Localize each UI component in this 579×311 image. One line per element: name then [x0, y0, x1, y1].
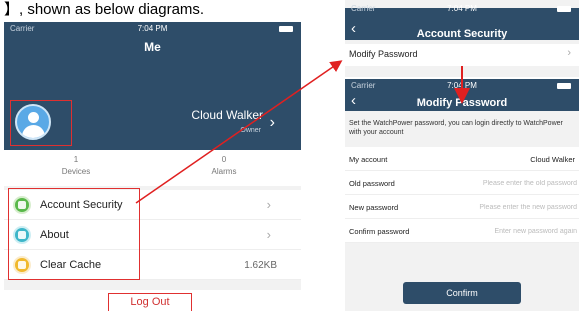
old-password-input[interactable] — [447, 176, 577, 190]
account-value: Cloud Walker — [530, 155, 575, 164]
stat-alarms-value: 0 — [221, 155, 227, 164]
stat-devices-value: 1 — [73, 155, 79, 164]
status-bar: Carrier 7:04 PM — [4, 22, 301, 36]
battery-icon — [557, 6, 571, 12]
modify-password-row[interactable]: Modify Password › — [345, 44, 579, 66]
account-row: My account Cloud Walker — [345, 147, 579, 171]
chevron-right-icon: › — [266, 197, 271, 212]
old-password-label: Old password — [349, 179, 395, 188]
battery-icon — [279, 26, 293, 32]
avatar-head-icon — [28, 112, 39, 123]
stats-bar: 1 Devices 0 Alarms — [4, 150, 301, 186]
logout-bar: Log Out — [4, 290, 301, 311]
user-name[interactable]: Cloud Walker — [191, 108, 263, 122]
stat-devices-label: Devices — [61, 167, 91, 176]
status-bar: Carrier 7:04 PM — [345, 79, 579, 93]
user-role: Owner — [240, 127, 261, 134]
logout-button[interactable]: Log Out — [108, 293, 192, 311]
stat-alarms-label: Alarms — [211, 167, 237, 176]
confirm-password-row: Confirm password — [345, 219, 579, 243]
avatar-body-icon — [22, 125, 45, 138]
chevron-right-icon[interactable]: › — [270, 114, 275, 132]
confirm-password-input[interactable] — [447, 224, 577, 238]
menu-highlight-box — [8, 188, 140, 280]
page-title: Me — [144, 40, 161, 54]
status-time: 7:04 PM — [447, 4, 477, 13]
status-time: 7:04 PM — [137, 24, 168, 33]
avatar-highlight — [10, 100, 72, 146]
modify-password-screen: Carrier 7:04 PM ‹ Modify Password Set th… — [345, 79, 579, 311]
chevron-right-icon: › — [567, 47, 571, 59]
stat-alarms[interactable]: 0 Alarms — [174, 154, 274, 178]
account-label: My account — [349, 155, 388, 164]
password-form: My account Cloud Walker Old password New… — [345, 147, 579, 243]
modify-password-label: Modify Password — [349, 49, 418, 59]
caption-text: 】, shown as below diagrams. — [4, 1, 205, 18]
confirm-password-label: Confirm password — [349, 227, 410, 236]
chevron-right-icon: › — [266, 227, 271, 242]
password-description: Set the WatchPower password, you can log… — [349, 120, 563, 136]
account-security-screen: Carrier 7:04 PM ‹ Account Security Modif… — [345, 0, 579, 77]
old-password-row: Old password — [345, 171, 579, 195]
new-password-row: New password — [345, 195, 579, 219]
new-password-label: New password — [349, 203, 399, 212]
status-time: 7:04 PM — [447, 81, 477, 90]
cache-size: 1.62KB — [244, 260, 277, 271]
page-title: Account Security — [416, 28, 508, 40]
modify-password-header: Carrier 7:04 PM ‹ Modify Password — [345, 79, 579, 111]
stat-devices[interactable]: 1 Devices — [26, 154, 126, 178]
page-title: Modify Password — [416, 97, 508, 109]
account-security-header: Carrier 7:04 PM ‹ Account Security — [345, 4, 579, 40]
new-password-input[interactable] — [447, 200, 577, 214]
confirm-button[interactable]: Confirm — [403, 282, 521, 304]
avatar[interactable] — [15, 104, 51, 140]
battery-icon — [557, 83, 571, 89]
me-screen: Carrier 7:04 PM Me Cloud Walker Owner › … — [4, 22, 301, 311]
profile-header: Carrier 7:04 PM Me Cloud Walker Owner › — [4, 22, 301, 150]
status-bar: Carrier 7:04 PM — [345, 2, 579, 16]
